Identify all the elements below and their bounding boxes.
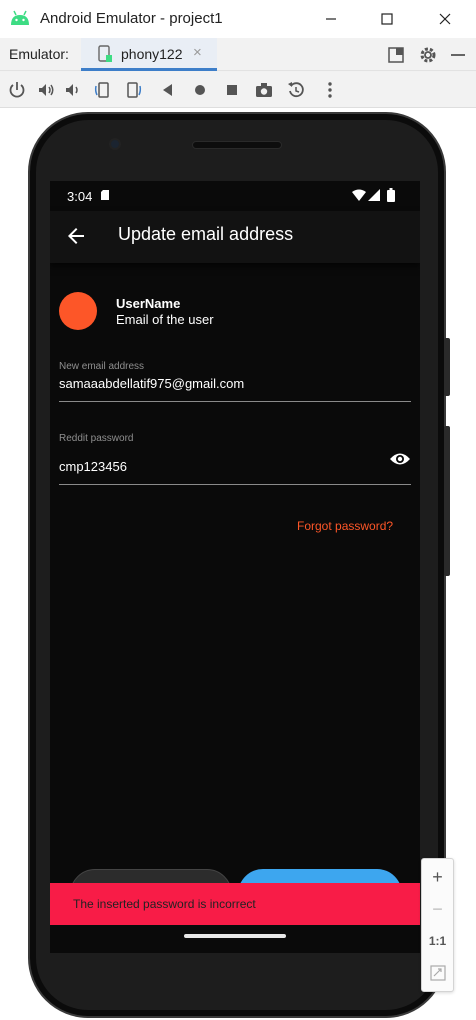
status-bar: 3:04 [50,181,420,211]
new-email-input[interactable]: samaaabdellatif975@gmail.com [59,376,379,391]
signal-icon [368,189,380,201]
maximize-button[interactable] [374,8,400,30]
back-icon[interactable] [158,80,178,100]
minimize-icon [326,18,336,20]
error-snackbar: The inserted password is incorrect [50,883,420,925]
new-email-underline [59,401,411,402]
forgot-password-link[interactable]: Forgot password? [297,519,393,533]
new-email-field[interactable]: New email address samaaabdellatif975@gma… [59,359,411,403]
avatar [59,292,97,330]
zoom-1-1-button[interactable]: 1:1 [422,925,453,957]
arrow-back-icon[interactable] [64,224,88,248]
tab-phony122[interactable]: phony122 × [81,38,217,71]
password-underline [59,484,411,485]
home-icon[interactable] [190,80,210,100]
more-icon[interactable] [320,80,340,100]
window-mode-icon[interactable] [386,45,406,65]
zoom-in-button[interactable]: + [422,861,453,893]
snackbar-message: The inserted password is incorrect [73,897,256,911]
app-bar: Update email address [50,211,420,263]
power-icon[interactable] [7,80,27,100]
close-window-button[interactable] [432,8,458,30]
tab-label: phony122 [121,46,183,62]
battery-icon [387,188,395,202]
emulator-label: Emulator: [9,46,69,62]
window-title: Android Emulator - project1 [40,10,223,27]
power-side-button[interactable] [444,338,450,396]
front-camera [109,138,121,150]
user-email: Email of the user [116,312,214,327]
volume-down-icon[interactable] [62,80,82,100]
wifi-icon [352,189,366,201]
password-input[interactable]: cmp123456 [59,459,379,474]
tab-close-icon[interactable]: × [193,44,202,61]
volume-up-icon[interactable] [36,80,56,100]
rotate-right-icon[interactable] [124,80,144,100]
password-field[interactable]: Reddit password cmp123456 [59,431,411,487]
new-email-label: New email address [59,361,145,372]
camera-icon[interactable] [254,80,274,100]
phone-screen[interactable]: 3:04 Update email address UserName Email… [50,181,420,953]
device-icon [98,45,112,62]
replay-icon[interactable] [286,80,306,100]
fit-screen-icon [429,965,446,981]
tab-underline [81,68,217,71]
minimize-panel-icon[interactable] [448,45,468,65]
volume-side-button[interactable] [444,426,450,576]
gesture-nav-pill[interactable] [184,934,286,938]
close-icon [439,13,451,25]
status-time: 3:04 [67,189,93,204]
maximize-icon [381,13,393,25]
zoom-out-button[interactable]: − [422,893,453,925]
minimize-button[interactable] [318,8,344,30]
page-title: Update email address [118,224,294,244]
emulator-toolbar [0,72,476,108]
user-name: UserName [116,296,181,311]
earpiece-speaker [192,141,282,149]
sd-card-icon [101,190,109,200]
gear-icon[interactable] [418,45,438,65]
password-label: Reddit password [59,433,134,444]
android-icon [11,10,29,25]
window-titlebar: Android Emulator - project1 [0,0,476,38]
visibility-icon[interactable] [389,451,411,467]
rotate-left-icon[interactable] [92,80,112,100]
zoom-controls: + − 1:1 [421,858,454,992]
emulator-tabbar: Emulator: phony122 × [0,38,476,71]
fit-screen-button[interactable] [422,957,453,989]
overview-icon[interactable] [222,80,242,100]
